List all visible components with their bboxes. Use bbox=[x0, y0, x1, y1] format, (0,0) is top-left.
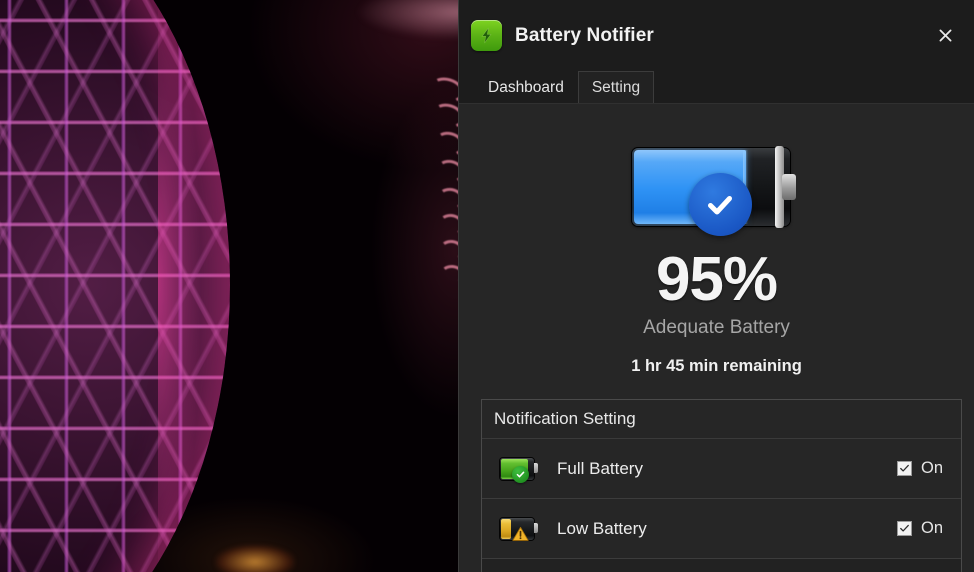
battery-hero: 95% Adequate Battery 1 hr 45 min remaini… bbox=[459, 104, 974, 376]
list-item-label: Low Battery bbox=[557, 518, 647, 538]
notification-setting-header: Notification Setting bbox=[482, 400, 961, 440]
checkbox-checked-icon[interactable] bbox=[896, 461, 912, 477]
wallpaper-orange-glow bbox=[215, 545, 295, 572]
window-title: Battery Notifier bbox=[515, 24, 654, 46]
toggle-state-label: On bbox=[920, 519, 943, 538]
notification-setting-panel: Notification Setting Full Battery On Low… bbox=[481, 399, 962, 572]
tab-dashboard-label: Dashboard bbox=[488, 78, 564, 96]
full-battery-toggle[interactable]: On bbox=[896, 459, 943, 478]
battery-full-green-icon bbox=[500, 454, 540, 484]
checkbox-checked-icon[interactable] bbox=[896, 521, 912, 537]
mini-battery-cap bbox=[534, 462, 538, 473]
tab-strip: Dashboard Setting bbox=[459, 71, 974, 104]
wallpaper-sphere-structure bbox=[0, 0, 230, 572]
window-titlebar: Battery Notifier bbox=[459, 0, 974, 71]
close-icon[interactable] bbox=[930, 21, 960, 51]
tab-dashboard[interactable]: Dashboard bbox=[474, 71, 578, 103]
battery-low-warning-icon bbox=[500, 514, 540, 544]
low-battery-toggle[interactable]: On bbox=[896, 519, 943, 538]
notification-list: Full Battery On Low Battery On bbox=[482, 439, 961, 572]
battery-status-text: Adequate Battery bbox=[643, 317, 790, 339]
check-badge-icon bbox=[512, 465, 529, 483]
mini-battery-cap bbox=[534, 522, 538, 533]
lightning-bolt-icon bbox=[471, 20, 502, 51]
dashboard-content: 95% Adequate Battery 1 hr 45 min remaini… bbox=[459, 104, 974, 572]
tab-setting[interactable]: Setting bbox=[577, 71, 655, 103]
battery-charged-check-icon bbox=[631, 126, 802, 244]
warning-triangle-icon bbox=[512, 526, 529, 543]
battery-remaining-text: 1 hr 45 min remaining bbox=[631, 357, 802, 376]
screen: Battery Notifier Dashboard Setting 95% A… bbox=[0, 0, 974, 572]
list-item[interactable]: Full Battery On bbox=[482, 439, 961, 500]
battery-notifier-window: Battery Notifier Dashboard Setting 95% A… bbox=[458, 0, 974, 572]
list-item[interactable]: Low Battery On bbox=[482, 499, 961, 560]
battery-terminal bbox=[781, 174, 796, 200]
tab-setting-label: Setting bbox=[591, 78, 641, 96]
mini-battery-fill bbox=[501, 518, 511, 539]
list-item-label: Full Battery bbox=[557, 458, 643, 478]
check-circle-icon bbox=[688, 173, 752, 236]
battery-percent: 95% bbox=[655, 245, 778, 314]
toggle-state-label: On bbox=[920, 459, 943, 478]
